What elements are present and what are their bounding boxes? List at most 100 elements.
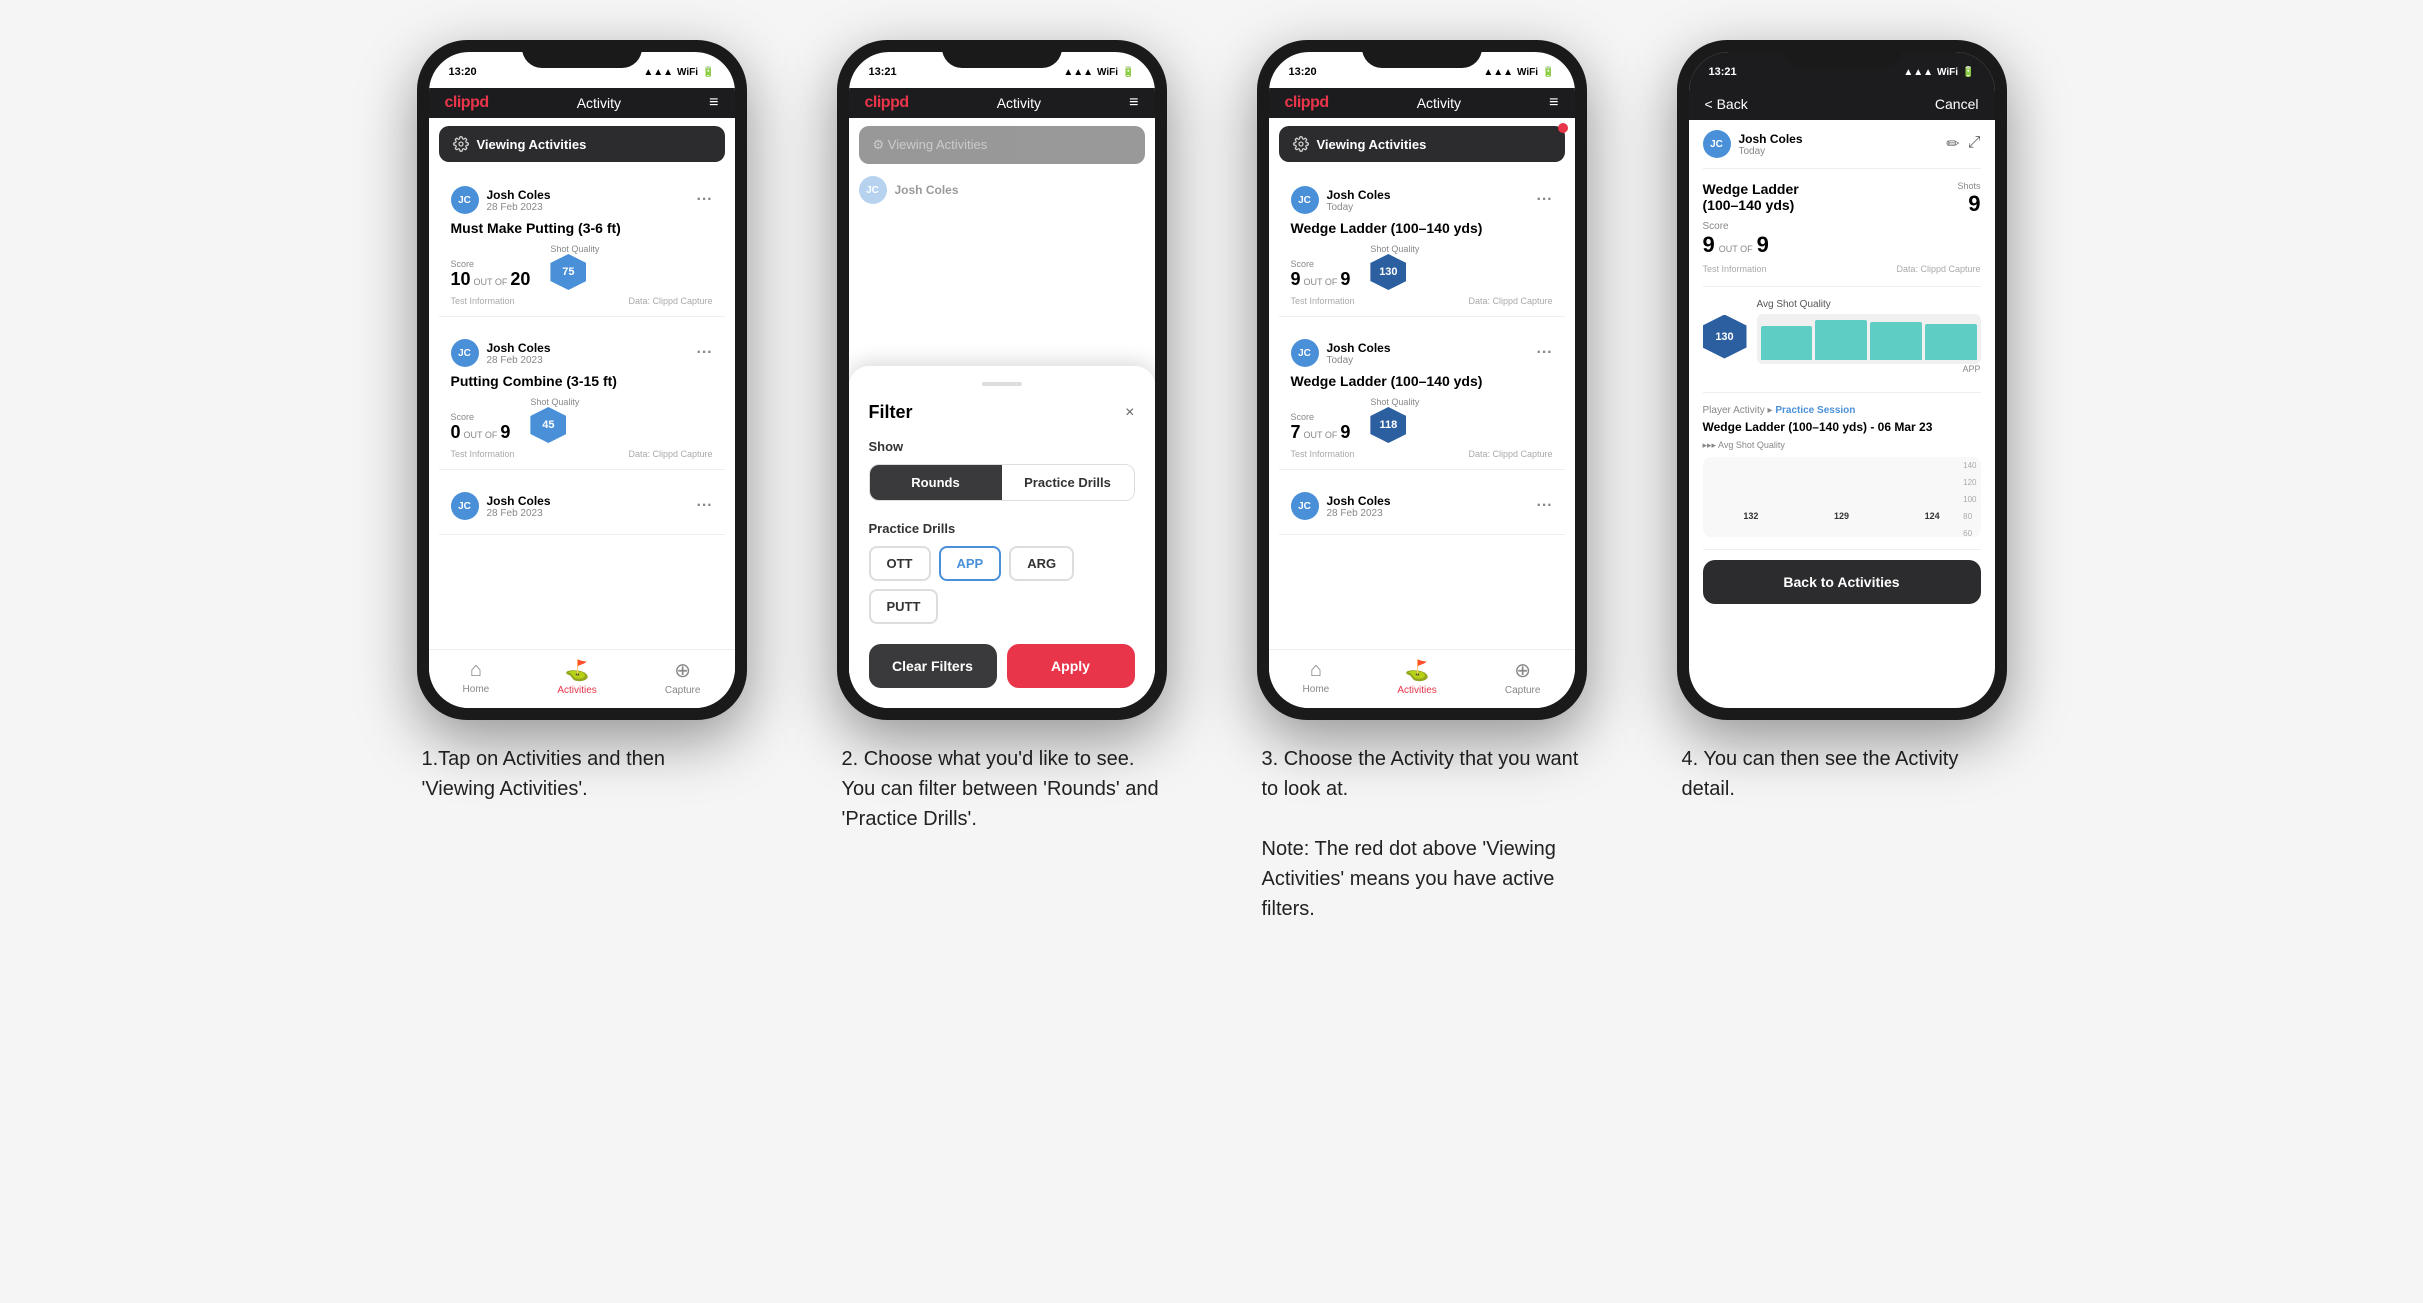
wifi-icon-2: WiFi	[1097, 67, 1118, 78]
dots-menu-1-2[interactable]: ···	[697, 344, 713, 362]
activity-title-1-2: Putting Combine (3-15 ft)	[451, 373, 713, 389]
phone-frame-2: 13:21 ▲▲▲ WiFi 🔋 clippd Activity ≡ ⚙ Vie…	[837, 40, 1167, 720]
menu-icon-3[interactable]: ≡	[1549, 94, 1558, 112]
score-label-1-1: Score	[451, 259, 531, 269]
app-nav-2: clippd Activity ≡	[849, 88, 1155, 118]
bottom-nav-1: ⌂ Home ⛳ Activities ⊕ Capture	[429, 649, 735, 708]
dots-menu-3-1[interactable]: ···	[1537, 191, 1553, 209]
menu-icon-2[interactable]: ≡	[1129, 94, 1138, 112]
menu-icon-1[interactable]: ≡	[709, 94, 718, 112]
user-info-1-3: JC Josh Coles 28 Feb 2023	[451, 492, 551, 520]
user-date-3-2: Today	[1327, 355, 1391, 366]
outof-3-2: OUT OF	[1304, 430, 1338, 440]
card-header-3-2: JC Josh Coles Today ···	[1291, 339, 1553, 367]
user-details-3-1: Josh Coles Today	[1327, 188, 1391, 213]
apply-button[interactable]: Apply	[1007, 644, 1135, 688]
bottom-nav-home-1[interactable]: ⌂ Home	[463, 659, 490, 695]
stat-block-score-3-1: Score 9 OUT OF 9	[1291, 259, 1351, 290]
dots-menu-3-2[interactable]: ···	[1537, 344, 1553, 362]
signal-icon-3: ▲▲▲	[1483, 67, 1513, 78]
dots-menu-3-3[interactable]: ···	[1537, 497, 1553, 515]
edit-icon-4[interactable]: ✏	[1946, 134, 1959, 154]
bottom-nav-activities-1[interactable]: ⛳ Activities	[557, 658, 596, 696]
card-info-1-2: Test Information	[451, 449, 515, 459]
user-details-1-1: Josh Coles 28 Feb 2023	[487, 188, 551, 213]
dots-menu-1-1[interactable]: ···	[697, 191, 713, 209]
bottom-nav-activities-3[interactable]: ⛳ Activities	[1397, 658, 1436, 696]
wifi-icon-1: WiFi	[677, 67, 698, 78]
activity-card-3-3[interactable]: JC Josh Coles 28 Feb 2023 ···	[1279, 482, 1565, 535]
filter-actions: Clear Filters Apply	[869, 644, 1135, 688]
back-button-4[interactable]: < Back	[1705, 96, 1748, 112]
modal-header: Filter ×	[869, 402, 1135, 423]
time-2: 13:21	[869, 66, 897, 78]
blurred-user-2: JC Josh Coles	[859, 176, 959, 204]
activity-card-3-2[interactable]: JC Josh Coles Today ··· Wedge Ladder (10…	[1279, 329, 1565, 470]
chart-bar-2	[1815, 320, 1867, 360]
activity-card-1-1[interactable]: JC Josh Coles 28 Feb 2023 ··· Must Make …	[439, 176, 725, 317]
sq-label-3-2: Shot Quality	[1370, 397, 1419, 407]
shots-val-1-2: 9	[500, 422, 510, 443]
notch-3	[1362, 40, 1482, 68]
chart-bar-4	[1925, 324, 1977, 360]
caption-3: 3. Choose the Activity that you want to …	[1262, 744, 1582, 924]
bottom-nav-capture-3[interactable]: ⊕ Capture	[1505, 658, 1541, 696]
user-date-1-2: 28 Feb 2023	[487, 355, 551, 366]
bottom-nav-3: ⌂ Home ⛳ Activities ⊕ Capture	[1269, 649, 1575, 708]
logo-3: clippd	[1285, 94, 1329, 112]
detail-action-icons: ✏ ⤢	[1946, 134, 1980, 154]
toggle-rounds[interactable]: Rounds	[870, 465, 1002, 500]
cancel-button-4[interactable]: Cancel	[1935, 96, 1979, 112]
bottom-nav-capture-1[interactable]: ⊕ Capture	[665, 658, 701, 696]
time-1: 13:20	[449, 66, 477, 78]
detail-info-4: Test Information	[1703, 264, 1767, 274]
bottom-nav-home-3[interactable]: ⌂ Home	[1303, 659, 1330, 695]
stat-block-score-3-2: Score 7 OUT OF 9	[1291, 412, 1351, 443]
viewing-banner-1[interactable]: Viewing Activities	[439, 126, 725, 162]
activity-title-1-1: Must Make Putting (3-6 ft)	[451, 220, 713, 236]
score-val-1-1: 10	[451, 269, 471, 290]
dots-menu-1-3[interactable]: ···	[697, 497, 713, 515]
detail-score-label: Score	[1703, 221, 1769, 232]
drill-btn-putt[interactable]: PUTT	[869, 589, 939, 624]
detail-user-row-4: JC Josh Coles Today ✏ ⤢	[1703, 120, 1981, 169]
activity-card-1-2[interactable]: JC Josh Coles 28 Feb 2023 ··· Putting Co…	[439, 329, 725, 470]
user-name-1-1: Josh Coles	[487, 188, 551, 202]
drill-btn-app[interactable]: APP	[939, 546, 1002, 581]
stat-block-sq-3-2: Shot Quality 118	[1370, 397, 1419, 443]
activity-card-1-3[interactable]: JC Josh Coles 28 Feb 2023 ···	[439, 482, 725, 535]
score-label-3-2: Score	[1291, 412, 1351, 422]
show-label: Show	[869, 439, 1135, 454]
detail-score-block: Score 9 OUT OF 9	[1703, 221, 1769, 258]
card-footer-3-2: Test Information Data: Clippd Capture	[1291, 449, 1553, 459]
user-name-1-2: Josh Coles	[487, 341, 551, 355]
phone-frame-3: 13:20 ▲▲▲ WiFi 🔋 clippd Activity ≡	[1257, 40, 1587, 720]
stat-outof-row-3-1: 9 OUT OF 9	[1291, 269, 1351, 290]
session-label: Practice Session	[1775, 405, 1855, 416]
chart-bar-3	[1870, 322, 1922, 360]
signal-icon-1: ▲▲▲	[643, 67, 673, 78]
bar-label-3: 124	[1925, 511, 1940, 521]
chart2-container: 132 129 124	[1703, 457, 1981, 537]
back-to-activities-button[interactable]: Back to Activities	[1703, 560, 1981, 604]
expand-icon-4[interactable]: ⤢	[1968, 134, 1981, 154]
wifi-icon-4: WiFi	[1937, 67, 1958, 78]
viewing-banner-3[interactable]: Viewing Activities	[1279, 126, 1565, 162]
sq-label-1-1: Shot Quality	[550, 244, 599, 254]
toggle-practice-drills[interactable]: Practice Drills	[1002, 465, 1134, 500]
stat-outof-row-1-2: 0 OUT OF 9	[451, 422, 511, 443]
drill-btn-arg[interactable]: ARG	[1009, 546, 1074, 581]
home-label-3: Home	[1303, 684, 1330, 695]
card-info-3-2: Test Information	[1291, 449, 1355, 459]
card-footer-1-2: Test Information Data: Clippd Capture	[451, 449, 713, 459]
close-button[interactable]: ×	[1125, 404, 1134, 422]
activity-card-3-1[interactable]: JC Josh Coles Today ··· Wedge Ladder (10…	[1279, 176, 1565, 317]
user-info-3-3: JC Josh Coles 28 Feb 2023	[1291, 492, 1391, 520]
stats-row-3-2: Score 7 OUT OF 9 Shot Quality 118	[1291, 397, 1553, 443]
user-name-1-3: Josh Coles	[487, 494, 551, 508]
drill-btn-ott[interactable]: OTT	[869, 546, 931, 581]
avatar-3-2: JC	[1291, 339, 1319, 367]
nav-title-2: Activity	[997, 95, 1041, 111]
y-label-60: 60	[1963, 529, 1976, 538]
clear-filters-button[interactable]: Clear Filters	[869, 644, 997, 688]
